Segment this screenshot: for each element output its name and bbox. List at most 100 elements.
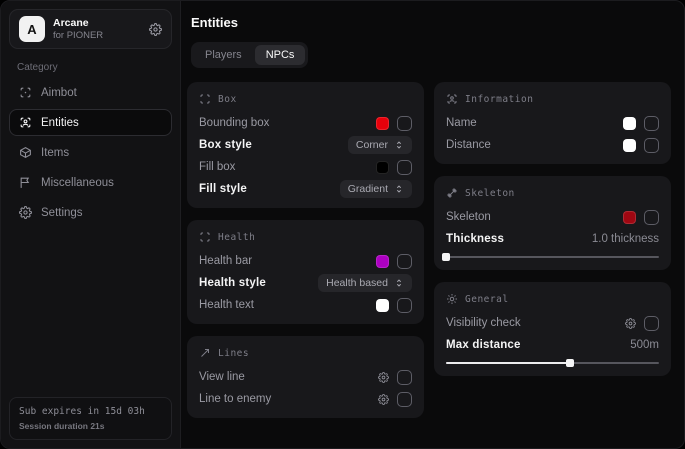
dropdown-value: Gradient: [348, 183, 388, 195]
tab-npcs[interactable]: NPCs: [255, 45, 306, 65]
corners-icon: [199, 231, 211, 243]
checkbox[interactable]: [397, 392, 412, 407]
card-title: Information: [465, 94, 533, 105]
tab-bar: Players NPCs: [191, 42, 308, 68]
sidebar-item-items[interactable]: Items: [9, 139, 172, 166]
checkbox[interactable]: [644, 138, 659, 153]
sidebar-item-label: Aimbot: [41, 87, 77, 99]
tab-players[interactable]: Players: [194, 45, 253, 65]
category-label: Category: [17, 62, 164, 73]
row-label: Health text: [199, 299, 254, 311]
row-label: View line: [199, 371, 245, 383]
gear-icon[interactable]: [378, 372, 389, 383]
setting-row: Box style Corner: [199, 134, 412, 156]
dropdown-value: Health based: [326, 277, 388, 289]
sun-icon: [446, 293, 458, 305]
card-general: General Visibility check Max distance 50…: [434, 282, 671, 376]
row-label: Bounding box: [199, 117, 269, 129]
card-header: Skeleton: [446, 184, 659, 202]
color-swatch[interactable]: [376, 255, 389, 268]
left-column: Box Bounding box Box style Corner: [187, 82, 424, 418]
slider-value: 500m: [630, 339, 659, 351]
slider-track[interactable]: [446, 362, 659, 364]
checkbox[interactable]: [397, 254, 412, 269]
max-distance-slider[interactable]: [446, 358, 659, 368]
chevrons-up-down-icon: [394, 278, 404, 288]
gear-icon: [19, 206, 32, 219]
cards-grid: Box Bounding box Box style Corner: [187, 82, 671, 418]
diagonal-line-icon: [199, 347, 211, 359]
gear-icon[interactable]: [378, 394, 389, 405]
setting-row: Bounding box: [199, 112, 412, 134]
sidebar-item-label: Miscellaneous: [41, 177, 114, 189]
gear-icon[interactable]: [625, 318, 636, 329]
setting-row: Health bar: [199, 250, 412, 272]
color-swatch[interactable]: [623, 117, 636, 130]
setting-row: View line: [199, 366, 412, 388]
box-style-dropdown[interactable]: Corner: [348, 136, 412, 154]
thickness-slider[interactable]: [446, 252, 659, 262]
setting-row: Max distance 500m: [446, 334, 659, 356]
package-icon: [19, 146, 32, 159]
color-swatch[interactable]: [623, 139, 636, 152]
color-swatch[interactable]: [623, 211, 636, 224]
card-health: Health Health bar Health style Health ba…: [187, 220, 424, 324]
card-title: Health: [218, 232, 255, 243]
sidebar-item-entities[interactable]: Entities: [9, 109, 172, 136]
setting-row: Fill style Gradient: [199, 178, 412, 200]
setting-row: Thickness 1.0 thickness: [446, 228, 659, 250]
checkbox[interactable]: [397, 116, 412, 131]
color-swatch[interactable]: [376, 299, 389, 312]
row-label: Name: [446, 117, 477, 129]
card-information: Information Name Distance: [434, 82, 671, 164]
gear-icon[interactable]: [149, 23, 162, 36]
checkbox[interactable]: [644, 210, 659, 225]
row-label: Fill style: [199, 183, 247, 195]
row-label: Visibility check: [446, 317, 521, 329]
setting-row: Fill box: [199, 156, 412, 178]
row-label: Thickness: [446, 233, 504, 245]
slider-track[interactable]: [446, 256, 659, 258]
card-box: Box Bounding box Box style Corner: [187, 82, 424, 208]
brand-text: Arcane for PIONER: [53, 17, 103, 41]
checkbox[interactable]: [644, 316, 659, 331]
app-window: A Arcane for PIONER Category Aimbot Enti…: [0, 0, 685, 449]
setting-row: Name: [446, 112, 659, 134]
row-label: Box style: [199, 139, 252, 151]
color-swatch[interactable]: [376, 161, 389, 174]
row-label: Fill box: [199, 161, 235, 173]
checkbox[interactable]: [397, 370, 412, 385]
card-lines: Lines View line Line to enemy: [187, 336, 424, 418]
card-header: Health: [199, 228, 412, 246]
color-swatch[interactable]: [376, 117, 389, 130]
brand-logo: A: [19, 16, 45, 42]
row-label: Max distance: [446, 339, 521, 351]
session-duration-text: Session duration 21s: [19, 421, 162, 431]
row-label: Distance: [446, 139, 491, 151]
health-style-dropdown[interactable]: Health based: [318, 274, 412, 292]
slider-thumb[interactable]: [442, 253, 450, 261]
dropdown-value: Corner: [356, 139, 388, 151]
card-header: General: [446, 290, 659, 308]
sidebar-item-miscellaneous[interactable]: Miscellaneous: [9, 169, 172, 196]
card-header: Information: [446, 90, 659, 108]
crosshair-icon: [19, 86, 32, 99]
checkbox[interactable]: [644, 116, 659, 131]
card-header: Lines: [199, 344, 412, 362]
checkbox[interactable]: [397, 160, 412, 175]
checkbox[interactable]: [397, 298, 412, 313]
right-column: Information Name Distance: [434, 82, 671, 418]
row-label: Health bar: [199, 255, 252, 267]
fill-style-dropdown[interactable]: Gradient: [340, 180, 412, 198]
sidebar-item-aimbot[interactable]: Aimbot: [9, 79, 172, 106]
slider-thumb[interactable]: [566, 359, 574, 367]
row-label: Line to enemy: [199, 393, 271, 405]
setting-row: Skeleton: [446, 206, 659, 228]
brand-card: A Arcane for PIONER: [9, 9, 172, 49]
main-panel: Entities Players NPCs Box Bounding box: [181, 1, 684, 448]
sidebar-item-settings[interactable]: Settings: [9, 199, 172, 226]
row-label: Skeleton: [446, 211, 491, 223]
corners-icon: [199, 93, 211, 105]
setting-row: Visibility check: [446, 312, 659, 334]
brand-subtitle: for PIONER: [53, 30, 103, 41]
